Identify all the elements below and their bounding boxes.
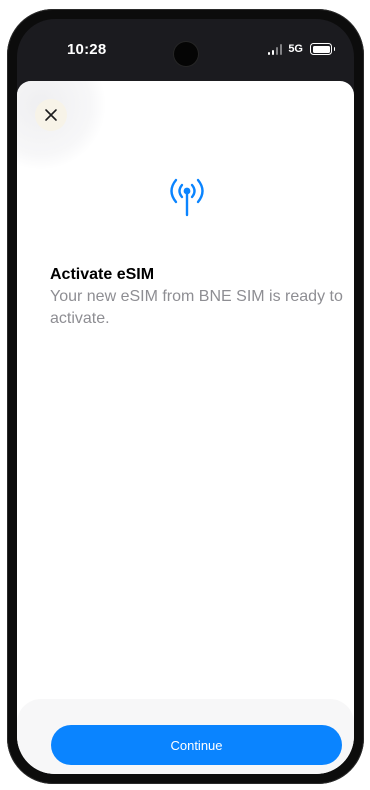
network-type: 5G (288, 43, 303, 55)
status-time: 10:28 (67, 41, 107, 58)
page-subtitle: Your new eSIM from BNE SIM is ready to a… (50, 288, 343, 327)
close-button[interactable] (35, 99, 67, 131)
signal-icon (267, 43, 283, 55)
status-indicators: 5G (267, 43, 335, 55)
continue-button[interactable]: Continue (51, 725, 342, 765)
antenna-icon (170, 178, 204, 217)
front-camera (174, 42, 198, 66)
battery-icon (310, 43, 335, 55)
phone-screen: 10:28 5G Activate eSIM Your new eSIM fro… (17, 19, 354, 774)
activate-esim-sheet: Activate eSIM Your new eSIM from BNE SIM… (17, 81, 354, 774)
page-title: Activate eSIM (50, 266, 155, 283)
phone-frame: 10:28 5G Activate eSIM Your new eSIM fro… (7, 9, 364, 784)
status-bar: 10:28 5G (17, 19, 354, 81)
close-icon (45, 109, 57, 121)
